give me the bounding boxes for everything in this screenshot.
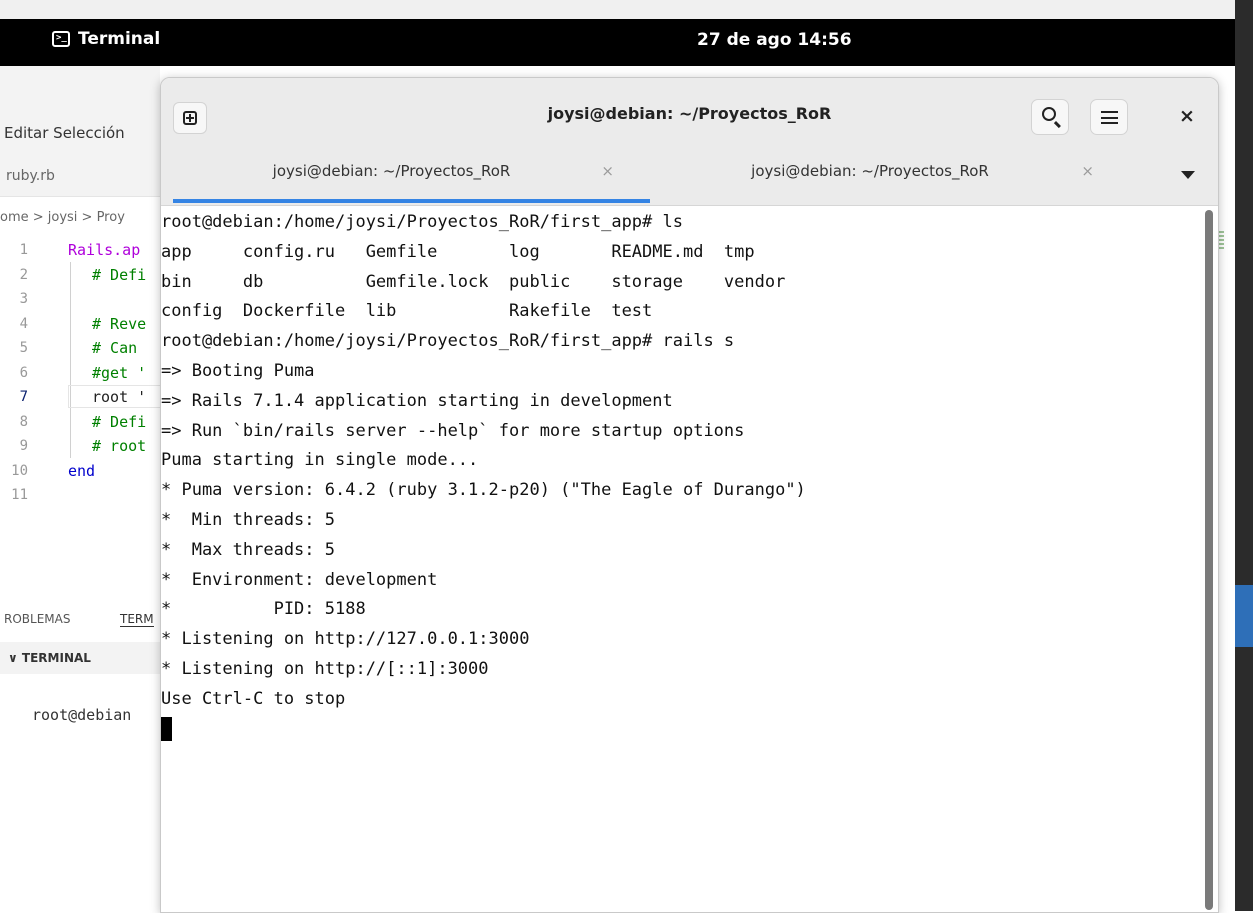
terminal-section-label: ∨ TERMINAL [8, 651, 91, 665]
terminal-line: => Rails 7.1.4 application starting in d… [161, 390, 673, 411]
search-icon [1042, 107, 1056, 121]
code-line[interactable]: 8 # Defi [0, 410, 160, 435]
terminal-line: root@debian:/home/joysi/Proyectos_RoR/fi… [161, 331, 735, 352]
code-editor[interactable]: 1 Rails.ap 2 # Defi 3 4 # Reve 5 # Can 6 #get ' 7 ro… [0, 238, 168, 508]
line-number: 10 [11, 462, 28, 479]
tab-terminal[interactable]: TERM [120, 612, 154, 627]
clock[interactable]: 27 de ago 14:56 [697, 30, 852, 50]
terminal-lines: root@debian:/home/joysi/Proyectos_RoR/fi… [161, 208, 806, 744]
code-line[interactable]: 9 # root [0, 434, 160, 459]
line-number: 4 [19, 315, 28, 332]
vscode-file-tab[interactable]: ruby.rb [0, 156, 160, 197]
code-text: end [68, 461, 96, 480]
terminal-line: Puma starting in single mode... [161, 450, 479, 471]
terminal-line: => Booting Puma [161, 360, 315, 381]
line-number: 9 [19, 438, 28, 454]
line-number: 1 [19, 242, 28, 258]
terminal-line: => Run `bin/rails server --help` for mor… [161, 420, 745, 441]
line-number: 6 [19, 364, 28, 381]
search-button[interactable] [1031, 99, 1069, 135]
terminal-output[interactable]: root@debian:/home/joysi/Proyectos_RoR/fi… [161, 206, 1201, 912]
vscode-menubar: Editar Selección [0, 66, 160, 156]
terminal-line: * Max threads: 5 [161, 539, 335, 560]
code-text: # Defi [92, 265, 147, 284]
line-number: 11 [11, 487, 28, 503]
close-window-button[interactable]: × [1174, 103, 1200, 129]
close-tab-icon[interactable]: × [601, 162, 614, 180]
code-text: root ' [92, 388, 147, 406]
breadcrumb[interactable]: ome > joysi > Proy [0, 210, 125, 225]
terminal-window: joysi@debian: ~/Proyectos_RoR × joysi@de… [160, 77, 1219, 913]
close-tab-icon[interactable]: × [1081, 162, 1094, 180]
line-number: 8 [19, 413, 28, 430]
code-line[interactable]: 4 # Reve [0, 312, 160, 337]
code-line[interactable]: 1 Rails.ap [0, 238, 160, 263]
line-number: 3 [19, 291, 28, 307]
code-text: # Can [92, 339, 138, 357]
code-line[interactable]: 7 root ' [0, 385, 168, 410]
terminal-line: root@debian:/home/joysi/Proyectos_RoR/fi… [161, 212, 683, 232]
activities-app-menu[interactable]: >_ Terminal [52, 29, 160, 49]
vscode-terminal-prompt[interactable]: root@debian [32, 706, 131, 724]
line-number: 7 [19, 389, 28, 405]
line-number: 5 [19, 340, 28, 356]
tab-list-dropdown-icon[interactable] [1181, 171, 1195, 179]
code-line[interactable]: 3 [0, 287, 160, 312]
code-line[interactable]: 6 #get ' [0, 361, 160, 386]
panel-tabs: ROBLEMAS TERM [0, 606, 160, 636]
terminal-line: * PID: 5188 [161, 599, 366, 620]
app-name: Terminal [78, 29, 161, 49]
code-text: # Defi [92, 412, 147, 431]
code-text: #get ' [92, 363, 147, 382]
terminal-section-header[interactable]: ∨ TERMINAL [0, 642, 160, 674]
terminal-line: config Dockerfile lib Rakefile test [161, 301, 653, 322]
terminal-tab-2[interactable]: joysi@debian: ~/Proyectos_RoR × [650, 145, 1130, 205]
terminal-line: app config.ru Gemfile log README.md tmp [161, 241, 755, 262]
gnome-top-bar: >_ Terminal 27 de ago 14:56 [0, 19, 1235, 66]
code-text: # Reve [92, 314, 147, 333]
code-text: # root [92, 437, 147, 455]
code-line[interactable]: 10 end [0, 459, 160, 484]
tab-label: joysi@debian: ~/Proyectos_RoR [751, 162, 989, 180]
header-bar: joysi@debian: ~/Proyectos_RoR × [161, 78, 1218, 145]
vscode-file-tab-label: ruby.rb [6, 168, 55, 184]
terminal-line: * Puma version: 6.4.2 (ruby 3.1.2-p20) (… [161, 480, 806, 501]
background-accent [1235, 585, 1253, 647]
terminal-tab-1[interactable]: joysi@debian: ~/Proyectos_RoR × [173, 145, 650, 205]
tab-problems[interactable]: ROBLEMAS [4, 612, 70, 626]
text-cursor [161, 716, 172, 741]
active-tab-indicator [173, 199, 650, 203]
top-strip [0, 0, 1253, 19]
code-line[interactable]: 5 # Can [0, 336, 160, 361]
terminal-line: * Environment: development [161, 569, 438, 590]
background-window-edge [1235, 0, 1253, 911]
tab-label: joysi@debian: ~/Proyectos_RoR [272, 162, 511, 180]
tab-bar: joysi@debian: ~/Proyectos_RoR × joysi@de… [161, 145, 1218, 206]
terminal-line: * Min threads: 5 [161, 509, 335, 530]
code-line[interactable]: 2 # Defi [0, 263, 160, 288]
hamburger-icon [1101, 111, 1118, 124]
scrollbar-thumb[interactable] [1205, 210, 1213, 910]
line-number: 2 [19, 266, 28, 283]
terminal-icon: >_ [52, 31, 70, 47]
terminal-line: Use Ctrl-C to stop [161, 688, 346, 709]
terminal-line: bin db Gemfile.lock public storage vendo… [161, 271, 786, 292]
terminal-line: * Listening on http://[::1]:3000 [161, 658, 489, 679]
terminal-line: * Listening on http://127.0.0.1:3000 [161, 629, 530, 650]
vscode-menu[interactable]: Editar Selección [4, 124, 125, 142]
code-text: Rails.ap [68, 241, 141, 259]
main-menu-button[interactable] [1090, 99, 1128, 135]
cursor-line [161, 715, 806, 745]
scrollbar[interactable] [1201, 206, 1218, 912]
code-line[interactable]: 11 [0, 483, 160, 508]
